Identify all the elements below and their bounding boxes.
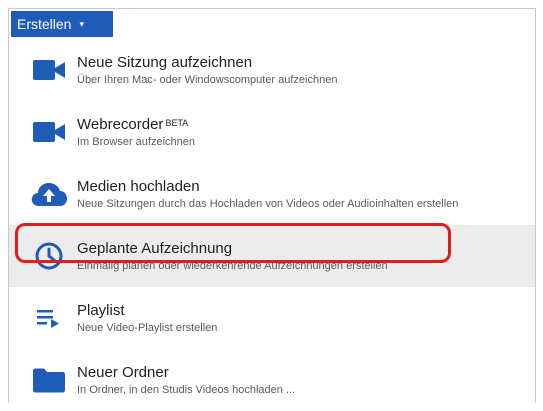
menu-item-title-text: Webrecorder bbox=[77, 115, 164, 133]
menu-item-title: Neuer Ordner bbox=[77, 363, 169, 381]
menu-item-webrecorder[interactable]: Webrecorder BETA Im Browser aufzeichnen bbox=[9, 101, 535, 163]
menu-item-subtitle: In Ordner, in den Studis Videos hochlade… bbox=[77, 383, 296, 396]
folder-icon bbox=[27, 358, 71, 402]
create-dropdown-button[interactable]: Erstellen ▾ bbox=[11, 11, 113, 37]
video-camera-icon bbox=[27, 110, 71, 154]
menu-item-subtitle: Im Browser aufzeichnen bbox=[77, 135, 195, 148]
menu-item-new-session[interactable]: Neue Sitzung aufzeichnen Über Ihren Mac-… bbox=[9, 39, 535, 101]
cloud-upload-icon bbox=[27, 172, 71, 216]
beta-badge: BETA bbox=[165, 117, 189, 128]
menu-item-title: Webrecorder BETA bbox=[77, 116, 195, 134]
toolbar: Erstellen ▾ bbox=[9, 9, 535, 37]
menu-item-subtitle: Einmalig planen oder wiederkehrende Aufz… bbox=[77, 259, 388, 272]
menu-item-subtitle: Über Ihren Mac- oder Windowscomputer auf… bbox=[77, 73, 338, 86]
menu-item-scheduled-recording[interactable]: Geplante Aufzeichnung Einmalig planen od… bbox=[9, 223, 535, 287]
menu-item-title: Medien hochladen bbox=[77, 177, 200, 195]
create-menu: Neue Sitzung aufzeichnen Über Ihren Mac-… bbox=[9, 39, 535, 411]
create-button-label: Erstellen bbox=[17, 16, 72, 32]
menu-item-playlist[interactable]: Playlist Neue Video-Playlist erstellen bbox=[9, 287, 535, 349]
menu-item-subtitle: Neue Video-Playlist erstellen bbox=[77, 321, 218, 334]
menu-item-new-folder[interactable]: Neuer Ordner In Ordner, in den Studis Vi… bbox=[9, 349, 535, 411]
chevron-down-icon: ▾ bbox=[79, 18, 84, 29]
video-camera-icon bbox=[27, 48, 71, 92]
clock-icon bbox=[27, 234, 71, 278]
create-menu-panel: Erstellen ▾ Neue Sitzung aufzeichnen Übe… bbox=[8, 8, 536, 403]
menu-item-subtitle: Neue Sitzungen durch das Hochladen von V… bbox=[77, 197, 459, 210]
playlist-icon bbox=[27, 296, 71, 340]
menu-item-title: Geplante Aufzeichnung bbox=[77, 239, 233, 257]
menu-item-upload-media[interactable]: Medien hochladen Neue Sitzungen durch da… bbox=[9, 163, 535, 225]
menu-item-title: Playlist bbox=[77, 301, 125, 319]
menu-item-title: Neue Sitzung aufzeichnen bbox=[77, 53, 253, 71]
